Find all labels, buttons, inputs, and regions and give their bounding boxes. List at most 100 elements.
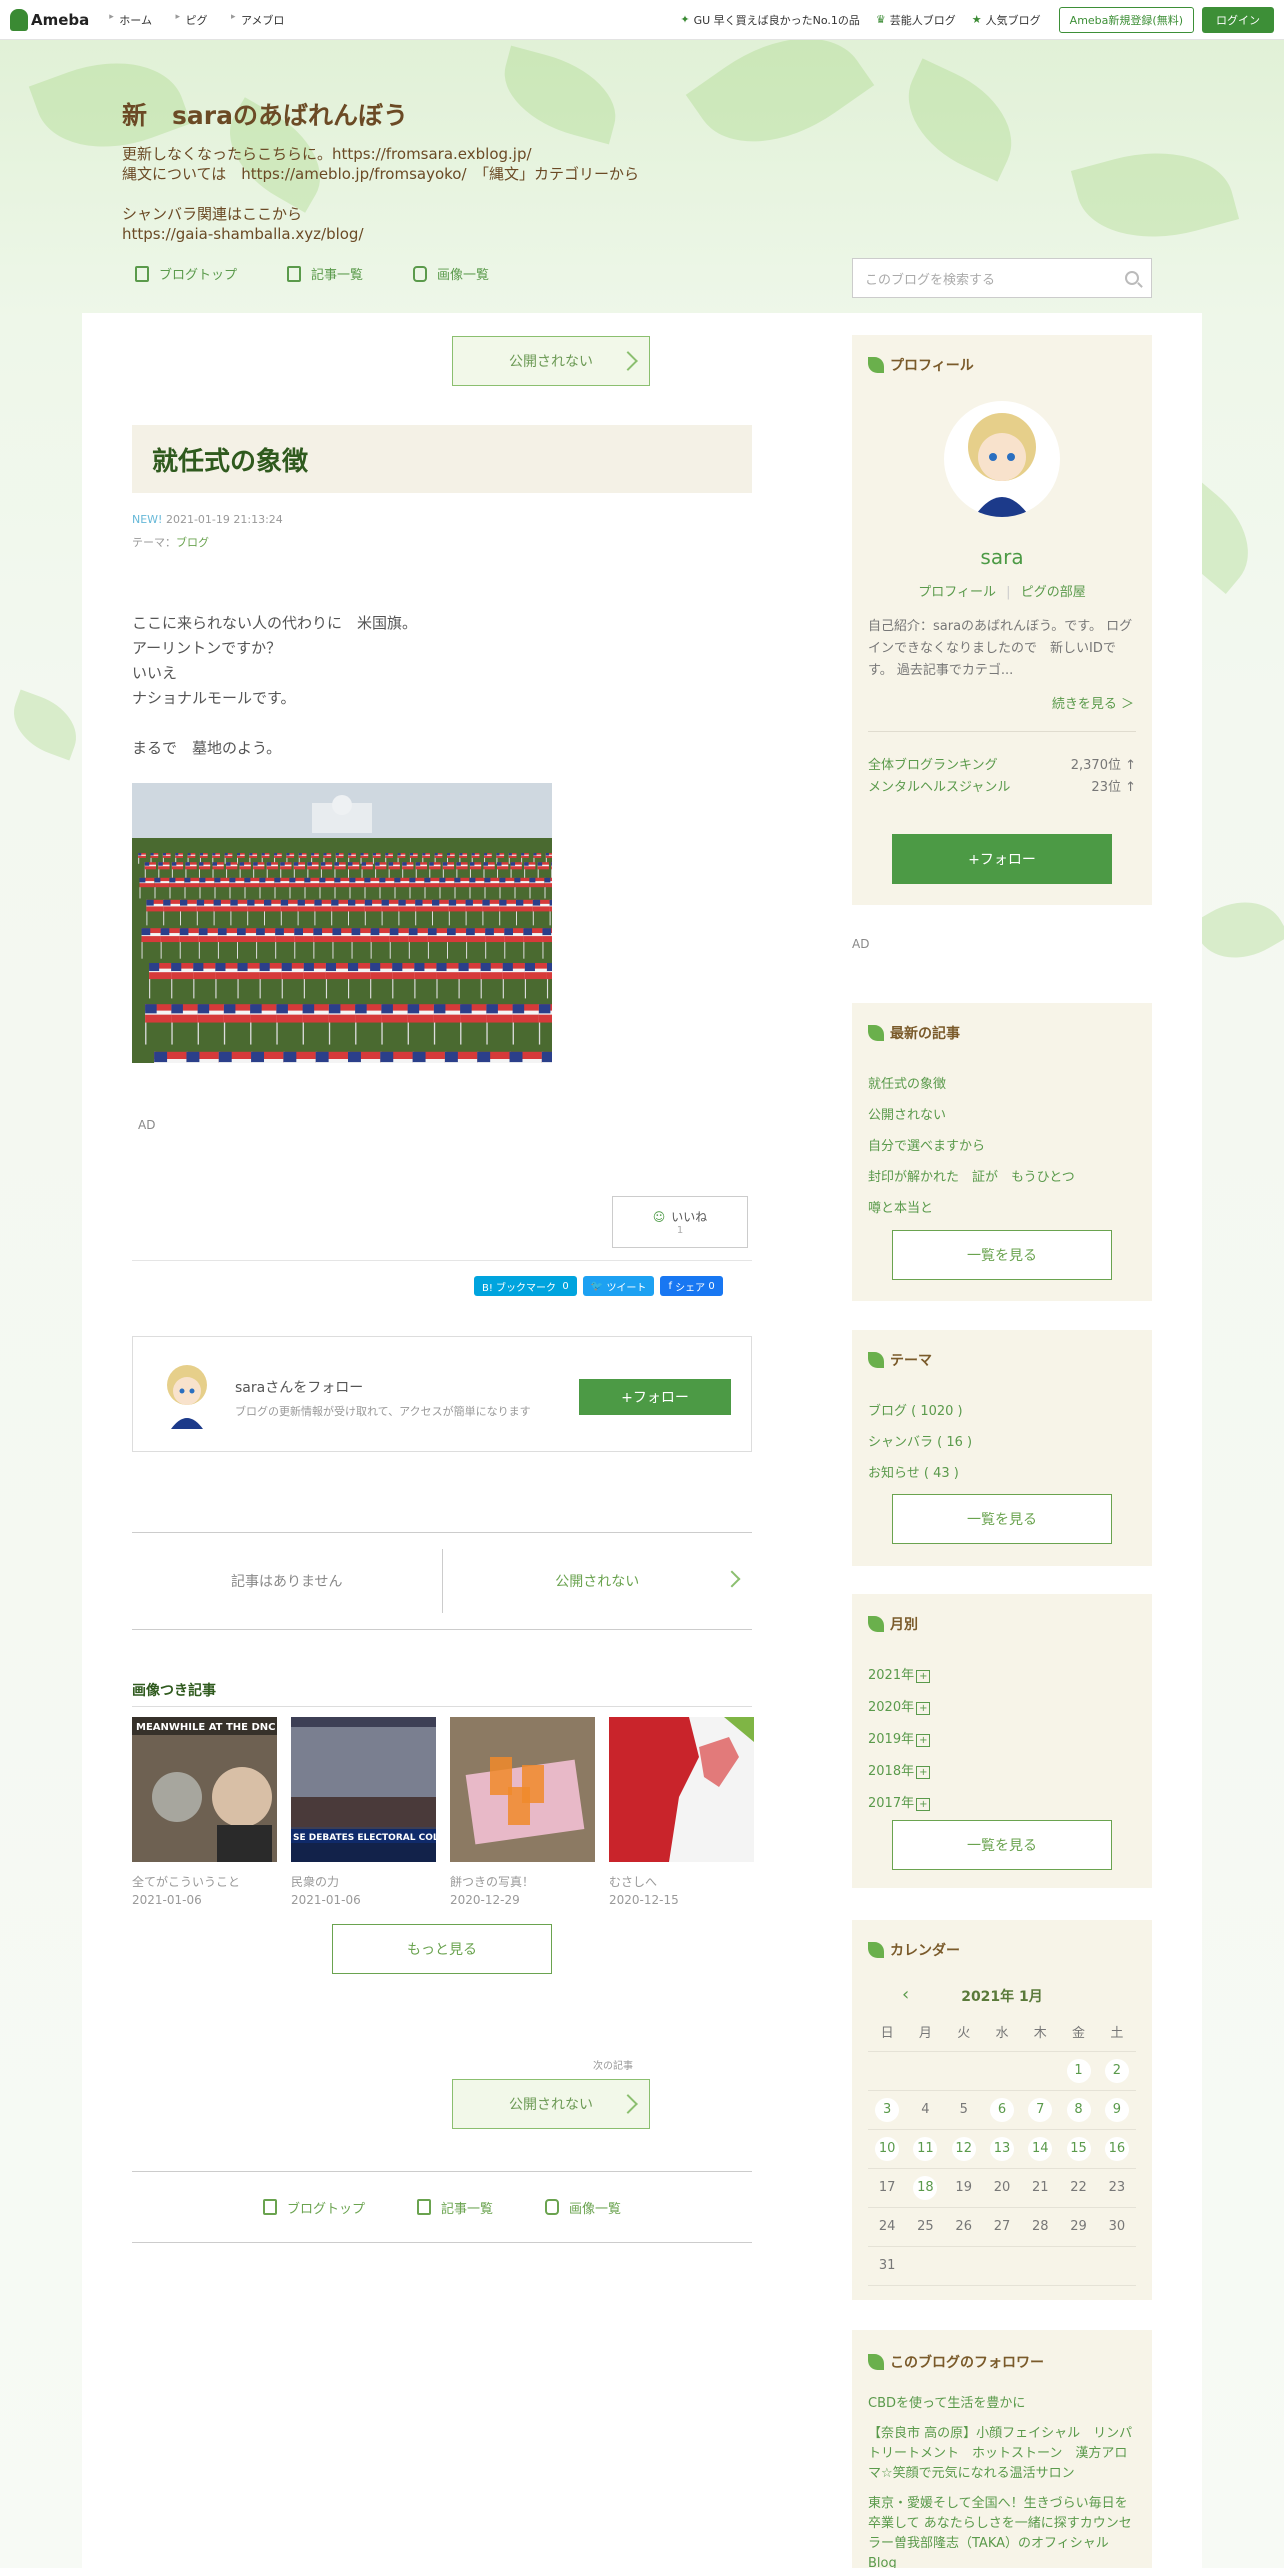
thumbnail-3[interactable]	[450, 1717, 595, 1862]
thumbnail-2-caption: SE DEBATES ELECTORAL COLLEGE OB	[293, 1833, 436, 1843]
followers-list: CBDを使って生活を豊かに 【奈良市 高の原】小顔フェイシャル リンパトリートメ…	[868, 2394, 1136, 2568]
latest-item[interactable]: 就任式の象徴	[868, 1069, 1075, 1100]
month-item[interactable]: 2020年 +	[868, 1692, 931, 1724]
topbar-popular-link[interactable]: ★ 人気ブログ	[972, 12, 1041, 28]
more-images-button[interactable]: もっと見る	[332, 1924, 552, 1974]
bottom-nav-blog-top[interactable]: ブログトップ	[262, 2198, 365, 2217]
bottom-nav-image-list[interactable]: 画像一覧	[545, 2198, 621, 2217]
pager-next[interactable]: 公開されない	[443, 1533, 753, 1629]
blog-title[interactable]: 新 saraのあばれんぼう	[122, 96, 822, 132]
expand-icon[interactable]: +	[916, 1766, 931, 1779]
search-icon[interactable]	[1125, 271, 1139, 285]
follower-item[interactable]: 東京・愛媛そして全国へ！生きづらい毎日を卒業して あなたらしさを一緒に探すカウン…	[868, 2494, 1136, 2568]
profile-link[interactable]: プロフィール	[918, 585, 996, 600]
theme-see-all-button[interactable]: 一覧を見る	[892, 1494, 1112, 1544]
flag	[380, 1051, 413, 1063]
next-entry-button[interactable]: 公開されない	[452, 2079, 650, 2129]
calendar-day: 23	[1108, 2180, 1126, 2195]
pigg-room-link[interactable]: ピグの部屋	[1021, 585, 1086, 600]
follow-button[interactable]: +フォロー	[579, 1379, 731, 1415]
calendar-day-link[interactable]: 16	[1104, 2136, 1129, 2161]
follower-item[interactable]: CBDを使って生活を豊かに	[868, 2394, 1136, 2414]
month-item[interactable]: 2021年 +	[868, 1660, 931, 1692]
calendar-day: 17	[878, 2180, 896, 2195]
theme-item[interactable]: お知らせ ( 43 )	[868, 1458, 972, 1489]
facebook-share-button[interactable]: f シェア 0	[660, 1276, 723, 1296]
calendar-month: 2021年 1月	[961, 1989, 1043, 2005]
latest-item[interactable]: 噂と本当と	[868, 1193, 1075, 1224]
leaf-icon	[868, 357, 884, 373]
topbar-home-link[interactable]: ホーム	[109, 14, 152, 27]
calendar-day-link[interactable]: 14	[1028, 2136, 1053, 2161]
calendar-week: 24 25 26 27 28 29 30	[868, 2207, 1136, 2247]
calendar-day-link[interactable]: 6	[989, 2097, 1014, 2122]
login-button[interactable]: ログイン	[1202, 6, 1274, 33]
expand-icon[interactable]: +	[916, 1798, 931, 1811]
month-item[interactable]: 2017年 +	[868, 1788, 931, 1820]
topbar-pigg-link[interactable]: ピグ	[175, 14, 207, 27]
ranking-overall-link[interactable]: 全体ブログランキング	[868, 755, 998, 777]
expand-icon[interactable]: +	[916, 1670, 931, 1683]
topbar-ad-link[interactable]: ✦ GU 早く買えば良かったNo.1の品	[680, 12, 860, 28]
bottom-nav-entry-list[interactable]: 記事一覧	[416, 2198, 493, 2217]
month-item[interactable]: 2019年 +	[868, 1724, 931, 1756]
monthly-see-all-button[interactable]: 一覧を見る	[892, 1820, 1112, 1870]
ameba-logo[interactable]: Ameba	[10, 8, 89, 31]
leaf-icon	[868, 1352, 884, 1368]
sidebar-follow-button[interactable]: +フォロー	[892, 834, 1112, 884]
calendar-day-link[interactable]: 13	[989, 2136, 1014, 2161]
profile-name[interactable]: sara	[852, 545, 1152, 569]
tweet-button[interactable]: 🐦 ツイート	[582, 1276, 655, 1296]
entry-theme-link[interactable]: ブログ	[176, 536, 209, 549]
theme-item[interactable]: シャンバラ ( 16 )	[868, 1427, 972, 1458]
topbar-ameblo-link[interactable]: アメブロ	[231, 14, 284, 27]
thumbnail-4[interactable]	[609, 1717, 754, 1862]
latest-see-all-button[interactable]: 一覧を見る	[892, 1230, 1112, 1280]
register-button[interactable]: Ameba新規登録(無料)	[1058, 6, 1194, 33]
twitter-icon: 🐦	[590, 1280, 604, 1292]
blog-global-nav: ブログトップ 記事一覧 画像一覧	[135, 264, 539, 283]
new-badge: NEW!	[132, 513, 163, 526]
prev-entry-button[interactable]: 公開されない	[452, 336, 650, 386]
like-button[interactable]: ☺ いいね 1	[612, 1196, 748, 1248]
theme-item[interactable]: ブログ ( 1020 )	[868, 1396, 972, 1427]
profile-continue-link[interactable]: 続きを見る ＞	[1052, 693, 1134, 712]
hatena-bookmark-button[interactable]: B! ブックマーク 0	[474, 1276, 577, 1296]
month-item[interactable]: 2018年 +	[868, 1756, 931, 1788]
nav-image-list[interactable]: 画像一覧	[413, 264, 489, 283]
profile-avatar[interactable]	[944, 401, 1060, 517]
calendar-day-link[interactable]: 2	[1104, 2058, 1129, 2083]
thumbnail-2[interactable]: SE DEBATES ELECTORAL COLLEGE OB	[291, 1717, 436, 1862]
expand-icon[interactable]: +	[916, 1734, 931, 1747]
calendar-day-link[interactable]: 3	[875, 2097, 900, 2122]
calendar-day: 25	[917, 2219, 934, 2234]
calendar-day-link[interactable]: 8	[1066, 2097, 1091, 2122]
calendar-day-link[interactable]: 12	[951, 2136, 976, 2161]
follower-item[interactable]: 【奈良市 高の原】小顔フェイシャル リンパトリートメント ホットストーン 漢方ア…	[868, 2424, 1136, 2484]
copy-icon	[287, 265, 302, 282]
latest-item[interactable]: 封印が解かれた 証が もうひとつ	[868, 1162, 1075, 1193]
thumbnail-2-image: SE DEBATES ELECTORAL COLLEGE OB	[291, 1717, 436, 1862]
calendar-day-link[interactable]: 10	[875, 2136, 900, 2161]
calendar-day-link[interactable]: 18	[913, 2175, 938, 2200]
expand-icon[interactable]: +	[916, 1702, 931, 1715]
blog-search-box[interactable]: このブログを検索する	[852, 258, 1152, 298]
search-input[interactable]: このブログを検索する	[865, 269, 995, 288]
calendar-day-link[interactable]: 1	[1066, 2058, 1091, 2083]
latest-item[interactable]: 公開されない	[868, 1100, 1075, 1131]
nav-blog-top[interactable]: ブログトップ	[135, 264, 237, 283]
latest-item[interactable]: 自分で選べますから	[868, 1131, 1075, 1162]
thumbnail-1[interactable]: MEANWHILE AT THE DNC	[132, 1717, 277, 1862]
nav-entry-list[interactable]: 記事一覧	[287, 264, 363, 283]
ranking-genre-link[interactable]: メンタルヘルスジャンル	[868, 777, 1010, 799]
calendar-day-link[interactable]: 7	[1028, 2097, 1053, 2122]
flag	[444, 1051, 478, 1063]
camera-icon	[413, 265, 428, 282]
topbar-celebrity-link[interactable]: ♛ 芸能人ブログ	[876, 12, 956, 28]
calendar-day-link[interactable]: 9	[1104, 2097, 1129, 2122]
calendar-day-link[interactable]: 15	[1066, 2136, 1091, 2161]
calendar-day-link[interactable]: 11	[913, 2136, 938, 2161]
calendar-week: 12	[868, 2051, 1136, 2091]
calendar-day: 4	[921, 2102, 930, 2117]
flags-photo[interactable]	[132, 783, 552, 1063]
